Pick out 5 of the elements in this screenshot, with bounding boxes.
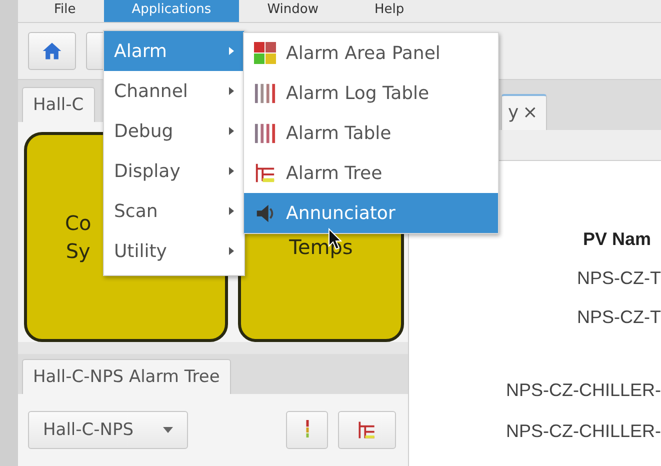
table-cell: NPS-CZ-T <box>577 268 661 289</box>
table-cell: NPS-CZ-CHILLER- <box>506 380 661 401</box>
table-cell: NPS-CZ-T <box>577 307 661 328</box>
table-cell: NPS-CZ-CHILLER- <box>506 421 661 442</box>
column-header: PV Nam <box>583 229 652 250</box>
